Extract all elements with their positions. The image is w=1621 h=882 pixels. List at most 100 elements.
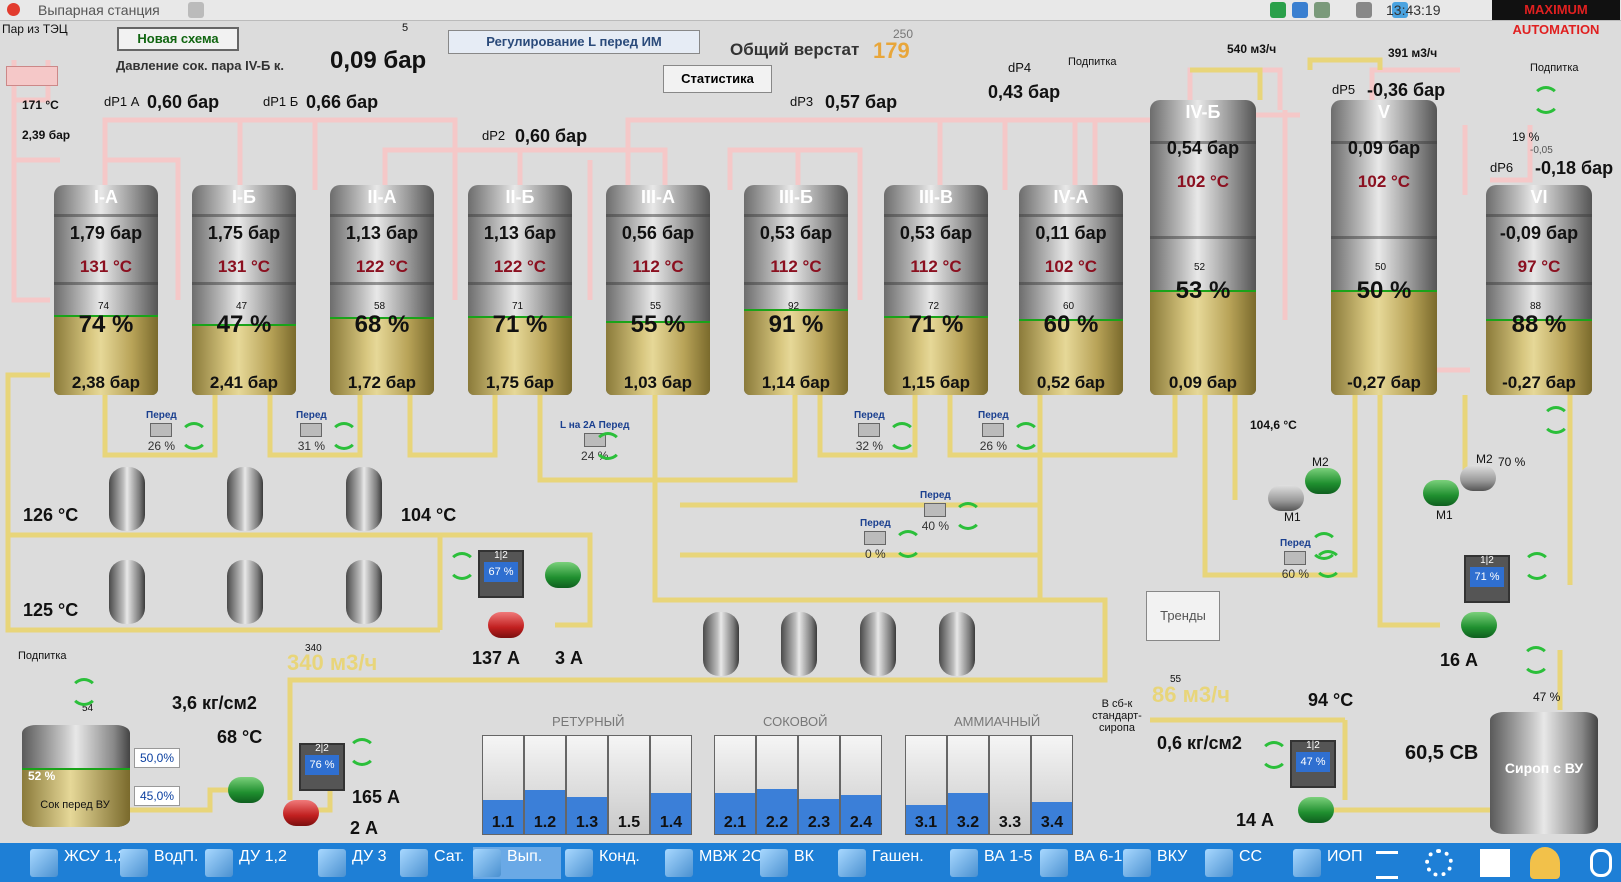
- refresh-icon[interactable]: [70, 678, 98, 706]
- refresh-icon[interactable]: [1542, 406, 1570, 434]
- worker-icon[interactable]: [1530, 847, 1560, 879]
- current-165: 165 А: [352, 787, 401, 807]
- tank-level-setpoint: 92: [788, 301, 800, 312]
- evaporator-tank[interactable]: IV-Б 0,54 бар 102 °C 53 % 52 0,09 бар: [1150, 100, 1256, 395]
- tank-level-setpoint: 60: [1063, 301, 1075, 312]
- taskbar-item[interactable]: ВКУ: [1123, 847, 1201, 879]
- evaporator-tank[interactable]: II-А 1,13 бар 122 °C 68 % 58 1,72 бар: [330, 185, 434, 395]
- juice-tank-label: Сок перед ВУ: [40, 799, 110, 811]
- taskbar-item[interactable]: МВЖ 2С: [665, 847, 762, 879]
- tank-pressure: 1,13 бар: [345, 223, 419, 243]
- trends-button[interactable]: Тренды: [1146, 591, 1220, 641]
- pump-green[interactable]: [545, 562, 581, 588]
- taskbar-item[interactable]: ВодП.: [120, 847, 201, 879]
- evaporator-tank[interactable]: III-Б 0,53 бар 112 °C 91 % 92 1,14 бар: [744, 185, 848, 395]
- hand-icon[interactable]: [1590, 849, 1612, 877]
- level-monitor[interactable]: 1|2 71 %: [1464, 555, 1510, 603]
- level-monitor[interactable]: 1|2 67 %: [478, 550, 524, 598]
- refresh-icon[interactable]: [1523, 552, 1551, 580]
- refresh-icon[interactable]: [348, 738, 376, 766]
- evaporator-tank[interactable]: II-Б 1,13 бар 122 °C 71 % 71 1,75 бар: [468, 185, 572, 395]
- refresh-icon[interactable]: [1310, 532, 1338, 560]
- control-valve[interactable]: Перед 26 %: [146, 410, 208, 453]
- tank-name: II-А: [367, 187, 397, 207]
- valve-tag: Перед: [296, 410, 327, 421]
- taskbar-item[interactable]: ВА 6-10: [1040, 847, 1131, 879]
- tank-bottom-pressure: -0,27 бар: [1502, 373, 1576, 392]
- control-valve[interactable]: L на 2А Перед 24 %: [560, 420, 629, 463]
- app-icon: [318, 849, 346, 877]
- control-valve[interactable]: Перед 32 %: [854, 410, 916, 453]
- app-icon: [565, 849, 593, 877]
- pump-red[interactable]: [488, 612, 524, 638]
- taskbar-item[interactable]: ДУ 3: [318, 847, 396, 879]
- pump-m1[interactable]: [1268, 485, 1304, 511]
- valve-position: 0 %: [865, 547, 886, 561]
- refresh-icon[interactable]: [330, 422, 358, 450]
- taskbar-item[interactable]: Конд.: [565, 847, 661, 879]
- taskbar-item-label: ВК: [794, 848, 814, 865]
- level-setpoint-low[interactable]: 45,0%: [134, 786, 180, 806]
- refresh-icon[interactable]: [180, 422, 208, 450]
- taskbar-item[interactable]: ДУ 1,2: [205, 847, 314, 879]
- refresh-icon[interactable]: [954, 502, 982, 530]
- tank-temperature: 131 °C: [217, 257, 271, 276]
- control-valve[interactable]: Перед 40 %: [920, 490, 982, 533]
- level-bar-label: 3.3: [998, 814, 1022, 831]
- refresh-icon[interactable]: [888, 422, 916, 450]
- tank-level-setpoint: 88: [1530, 301, 1542, 312]
- control-valve[interactable]: Перед 0 %: [860, 518, 922, 561]
- taskbar-item[interactable]: ВК: [760, 847, 834, 879]
- pressure-small: 5: [402, 22, 409, 34]
- pump-m2[interactable]: [1460, 465, 1496, 491]
- chart-icon[interactable]: [1480, 849, 1510, 877]
- tank-bottom-pressure: 1,03 бар: [623, 373, 693, 392]
- taskbar-item[interactable]: Гашен.: [838, 847, 946, 879]
- gear-icon[interactable]: [1425, 849, 1453, 877]
- taskbar-item[interactable]: ЖСУ 1,2: [30, 847, 126, 879]
- evaporator-tank[interactable]: IV-А 0,11 бар 102 °C 60 % 60 0,52 бар: [1019, 185, 1123, 395]
- taskbar-item[interactable]: Сат.: [400, 847, 469, 879]
- evaporator-tank[interactable]: VI -0,09 бар 97 °C 88 % 88 -0,27 бар: [1486, 185, 1592, 395]
- pump-m1[interactable]: [1423, 480, 1459, 506]
- taskbar-item[interactable]: ВА 1-5: [950, 847, 1036, 879]
- evaporator-tank[interactable]: I-Б 1,75 бар 131 °C 47 % 47 2,41 бар: [192, 185, 296, 395]
- pump-green[interactable]: [1298, 797, 1334, 823]
- app-icon: [1205, 849, 1233, 877]
- taskbar-item[interactable]: ИОП: [1293, 847, 1366, 879]
- refresh-icon[interactable]: [1260, 741, 1288, 769]
- refresh-icon[interactable]: [1012, 422, 1040, 450]
- pump-green[interactable]: [1461, 612, 1497, 638]
- control-valve[interactable]: Перед 60 %: [1280, 538, 1342, 581]
- level-monitor[interactable]: 2|2 76 %: [299, 743, 345, 791]
- pump-m2[interactable]: [1305, 468, 1341, 494]
- tank-temperature: 131 °C: [79, 257, 133, 276]
- level-bar: 1.2: [524, 735, 566, 835]
- evaporator-tank[interactable]: III-В 0,53 бар 112 °C 71 % 72 1,15 бар: [884, 185, 988, 395]
- new-scheme-button[interactable]: Новая схема: [117, 27, 239, 51]
- stats-button[interactable]: Статистика: [663, 65, 772, 93]
- evaporator-tank[interactable]: III-А 0,56 бар 112 °C 55 % 55 1,03 бар: [606, 185, 710, 395]
- regulation-button[interactable]: Регулирование L перед ИМ: [448, 30, 700, 54]
- refresh-icon[interactable]: [1532, 86, 1560, 114]
- evaporator-tank[interactable]: I-А 1,79 бар 131 °C 74 % 74 2,38 бар: [54, 185, 158, 395]
- evaporator-tank[interactable]: V 0,09 бар 102 °C 50 % 50 -0,27 бар: [1331, 100, 1437, 395]
- taskbar-item[interactable]: СС: [1205, 847, 1289, 879]
- menu-icon[interactable]: [1376, 851, 1398, 879]
- bar-group-title: СОКОВОЙ: [763, 714, 828, 729]
- control-valve[interactable]: Перед 26 %: [978, 410, 1040, 453]
- refresh-icon[interactable]: [894, 530, 922, 558]
- level-monitor[interactable]: 1|2 47 %: [1290, 740, 1336, 788]
- pump-red[interactable]: [283, 800, 319, 826]
- refresh-icon[interactable]: [448, 552, 476, 580]
- taskbar-item[interactable]: Вып.: [473, 847, 561, 879]
- control-valve[interactable]: Перед 31 %: [296, 410, 358, 453]
- dp1b-value: 0,66 бар: [306, 92, 379, 112]
- valve-tag: Перед: [978, 410, 1009, 421]
- app-icon: [1123, 849, 1151, 877]
- taskbar-item-label: СС: [1239, 848, 1263, 865]
- pump-green[interactable]: [228, 777, 264, 803]
- level-setpoint-high[interactable]: 50,0%: [134, 748, 180, 768]
- refresh-icon[interactable]: [1522, 646, 1550, 674]
- refresh-icon[interactable]: [594, 432, 622, 460]
